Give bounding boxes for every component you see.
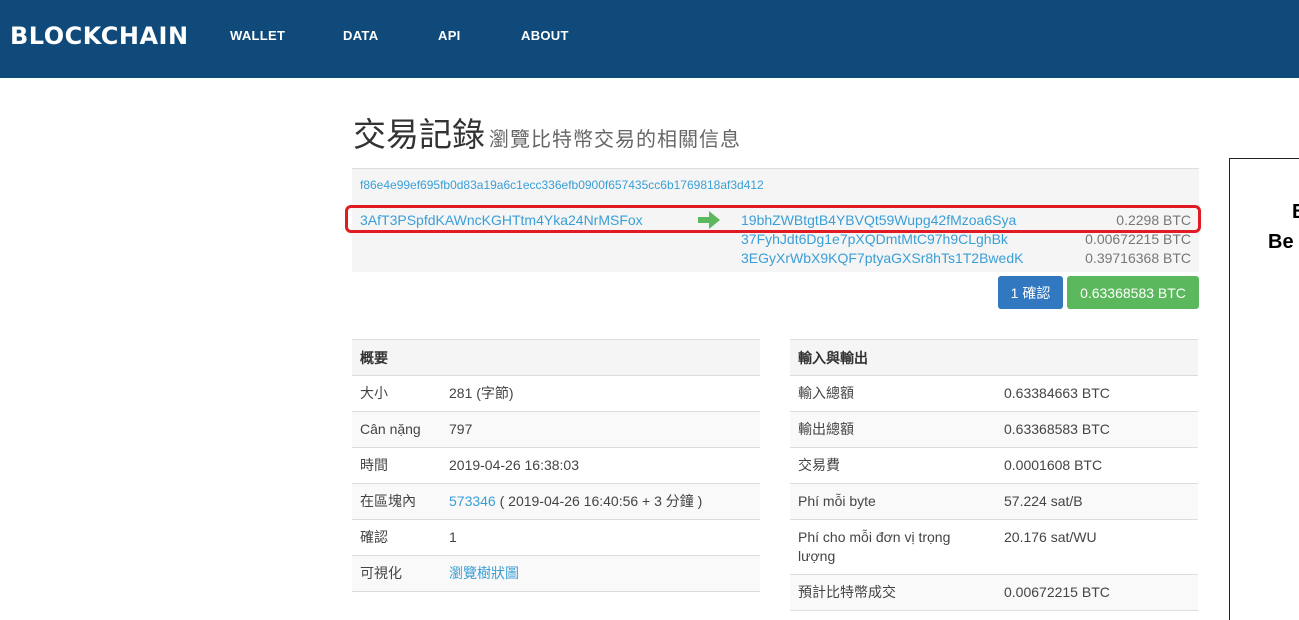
nav-wallet[interactable]: WALLET: [230, 28, 285, 43]
inputs-outputs-table: 輸入與輸出 輸入總額 0.63384663 BTC 輸出總額 0.63368583 …: [790, 339, 1198, 611]
top-navbar: BLOCKCHAIN WALLET DATA API ABOUT: [0, 0, 1299, 78]
summary-label: 確認: [352, 519, 441, 556]
summary-value: 281 (字節): [441, 375, 760, 412]
red-highlight-annotation: [345, 205, 1201, 233]
output-address-link[interactable]: 37FyhJdt6Dg1e7pXQDmtMtC97h9CLghBk: [741, 231, 1008, 247]
summary-label: 時間: [352, 447, 441, 484]
summary-label: 大小: [352, 375, 441, 412]
block-time-text: ( 2019-04-26 16:40:56 + 3 分鐘 ): [495, 493, 703, 509]
page-title: 交易記錄 瀏覽比特幣交易的相關信息: [353, 108, 741, 156]
io-value: 20.176 sat/WU: [996, 519, 1198, 575]
output-amount: 0.00672215 BTC: [1085, 231, 1191, 247]
summary-value: 573346 ( 2019-04-26 16:40:56 + 3 分鐘 ): [441, 483, 760, 520]
io-value: 0.63384663 BTC: [996, 375, 1198, 412]
page-subtitle: 瀏覽比特幣交易的相關信息: [489, 127, 741, 151]
transaction-hash-link[interactable]: f86e4e99ef695fb0d83a19a6c1ecc336efb0900f…: [360, 178, 764, 192]
io-value: 57.224 sat/B: [996, 483, 1198, 520]
summary-value: 797: [441, 411, 760, 448]
summary-value: 2019-04-26 16:38:03: [441, 447, 760, 484]
io-label: 輸出總額: [790, 411, 996, 448]
summary-value: 瀏覽樹狀圖: [441, 555, 760, 592]
summary-label: 可視化: [352, 555, 441, 592]
io-header: 輸入與輸出: [790, 339, 1198, 376]
total-amount-button[interactable]: 0.63368583 BTC: [1067, 276, 1199, 309]
nav-data[interactable]: DATA: [343, 28, 378, 43]
io-label: 預計比特幣成交: [790, 574, 996, 611]
view-tree-link[interactable]: 瀏覽樹狀圖: [449, 565, 519, 581]
block-height-link[interactable]: 573346: [449, 493, 496, 509]
io-label: Phí cho mỗi đơn vị trọng lượng: [790, 519, 996, 575]
summary-header: 概要: [352, 339, 760, 376]
brand-logo[interactable]: BLOCKCHAIN: [10, 22, 189, 50]
io-value: 0.63368583 BTC: [996, 411, 1198, 448]
io-value: 0.00672215 BTC: [996, 574, 1198, 611]
io-label: 輸入總額: [790, 375, 996, 412]
io-value: 0.0001608 BTC: [996, 447, 1198, 484]
output-address-link[interactable]: 3EGyXrWbX9KQF7ptyaGXSr8hTs1T2BwedK: [741, 250, 1023, 266]
page-title-main: 交易記錄: [353, 115, 485, 154]
summary-table: 概要 大小 281 (字節) Cân nặng 797 時間 2019-04-26 1…: [352, 339, 760, 592]
sidebar-text: B: [1292, 201, 1299, 224]
summary-value: 1: [441, 519, 760, 556]
io-label: Phí mỗi byte: [790, 483, 996, 520]
sidebar-text: Be: [1268, 231, 1294, 253]
summary-label: Cân nặng: [352, 411, 441, 448]
nav-about[interactable]: ABOUT: [521, 28, 569, 43]
sidebar-ad-box[interactable]: B Be: [1229, 158, 1299, 620]
summary-label: 在區塊內: [352, 483, 441, 520]
output-amount: 0.39716368 BTC: [1085, 250, 1191, 266]
nav-api[interactable]: API: [438, 28, 461, 43]
io-label: 交易費: [790, 447, 996, 484]
confirmations-button[interactable]: 1 確認: [998, 276, 1063, 309]
